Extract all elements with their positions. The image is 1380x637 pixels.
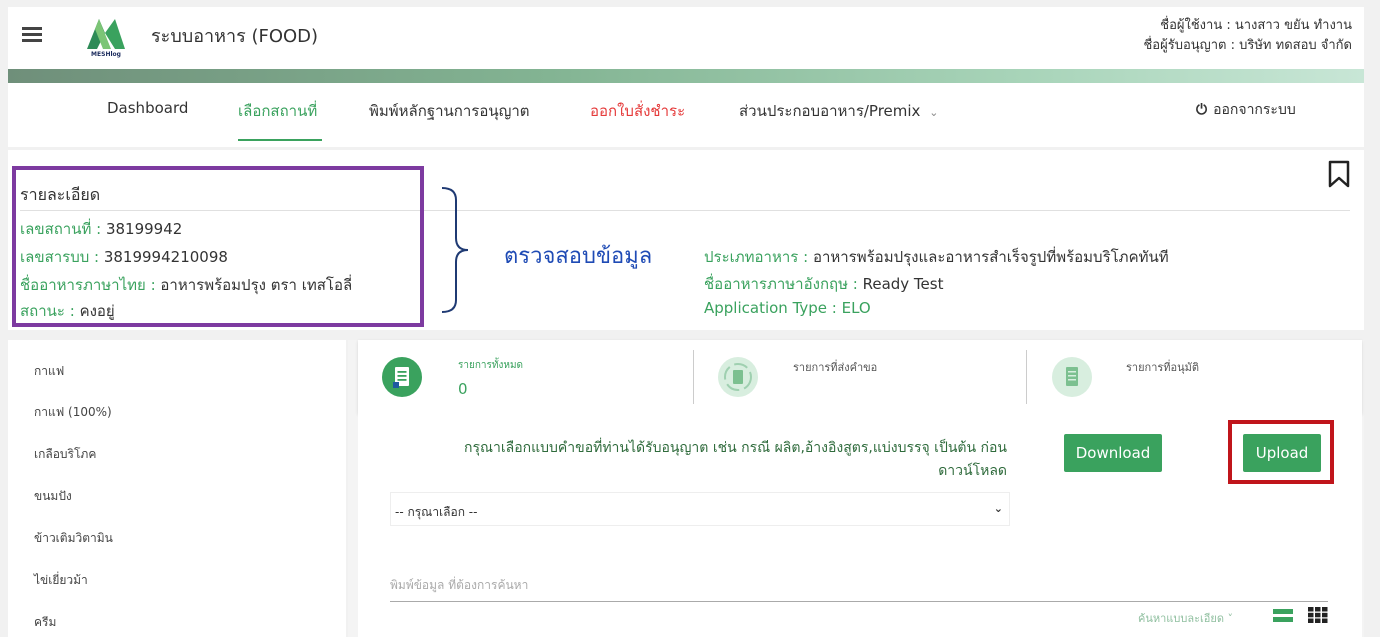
approved-items-label: รายการที่อนุมัติ xyxy=(1126,361,1200,374)
hamburger-menu-icon[interactable] xyxy=(22,27,42,42)
english-name-value: Ready Test xyxy=(862,275,944,293)
sidebar-item[interactable]: ไข่เยี่ยวม้า xyxy=(34,571,88,590)
list-view-icon[interactable] xyxy=(1273,609,1293,623)
meshlog-logo: MESHlog xyxy=(81,15,131,59)
form-type-select[interactable]: -- กรุณาเลือก -- ⌄ xyxy=(390,492,1010,526)
food-type-label: ประเภทอาหาร : xyxy=(704,248,813,266)
sidebar-item[interactable]: กาแฟ xyxy=(34,362,64,381)
nav-premix-label: ส่วนประกอบอาหาร/Premix xyxy=(739,102,921,120)
bookmark-icon[interactable] xyxy=(1328,160,1350,188)
application-type-label: Application Type : xyxy=(704,299,842,317)
grid-view-icon[interactable] xyxy=(1308,607,1328,623)
curly-brace-annotation xyxy=(441,187,469,313)
food-type-value: อาหารพร้อมปรุงและอาหารสำเร็จรูปที่พร้อมบ… xyxy=(812,248,1169,266)
user-info: ชื่อผู้ใช้งาน : นางสาว ขยัน ทำงาน ชื่อผู… xyxy=(1143,16,1352,56)
header-gradient-bar xyxy=(8,69,1364,83)
power-icon: ⏻ xyxy=(1196,102,1208,118)
stat-divider xyxy=(693,350,694,404)
english-name-field: ชื่ออาหารภาษาอังกฤษ : Ready Test xyxy=(704,272,943,296)
main-nav: Dashboard เลือกสถานที่ พิมพ์หลักฐานการอน… xyxy=(8,83,1364,147)
sidebar-item[interactable]: ขนมปัง xyxy=(34,487,72,506)
nav-dashboard[interactable]: Dashboard xyxy=(107,99,188,117)
chevron-down-icon: ⌄ xyxy=(993,502,1003,515)
username-line: ชื่อผู้ใช้งาน : นางสาว ขยัน ทำงาน xyxy=(1160,18,1352,33)
chevron-down-icon: ⌄ xyxy=(929,106,939,119)
sidebar-item[interactable]: ข้าวเติมวิตามิน xyxy=(34,529,113,548)
search-input[interactable] xyxy=(390,568,1328,602)
total-items-label: รายการทั้งหมด xyxy=(458,360,524,371)
approved-document-icon xyxy=(1052,357,1092,397)
nav-premix[interactable]: ส่วนประกอบอาหาร/Premix ⌄ xyxy=(739,99,938,123)
form-type-select-value: -- กรุณาเลือก -- xyxy=(395,505,478,519)
document-icon xyxy=(382,357,422,397)
nav-select-place[interactable]: เลือกสถานที่ xyxy=(238,99,317,123)
submitted-items-label: รายการที่ส่งคำขอ xyxy=(793,361,878,374)
logout-label: ออกจากระบบ xyxy=(1213,102,1296,118)
form-instruction: กรุณาเลือกแบบคำขอที่ท่านได้รับอนุญาต เช่… xyxy=(464,440,1007,479)
highlight-box-upload xyxy=(1228,420,1334,484)
sidebar-item[interactable]: ครีม xyxy=(34,613,56,632)
nav-print-license[interactable]: พิมพ์หลักฐานการอนุญาต xyxy=(369,99,530,123)
licensee-line: ชื่อผู้รับอนุญาต : บริษัท ทดสอบ จำกัด xyxy=(1143,38,1352,53)
sidebar-item[interactable]: เกลือบริโภค xyxy=(34,445,96,464)
app-header: MESHlog ระบบอาหาร (FOOD) ชื่อผู้ใช้งาน :… xyxy=(8,7,1364,69)
nav-active-underline xyxy=(238,139,322,141)
logo-text: MESHlog xyxy=(91,51,121,58)
highlight-box-details xyxy=(12,166,424,327)
application-type-field: Application Type : ELO xyxy=(704,299,871,317)
stat-divider xyxy=(1026,350,1027,404)
advanced-search-toggle[interactable]: ค้นหาแบบละเอียด ˅ xyxy=(1138,609,1233,627)
app-title: ระบบอาหาร (FOOD) xyxy=(151,26,319,47)
download-button[interactable]: Download xyxy=(1064,434,1162,472)
verify-annotation: ตรวจสอบข้อมูล xyxy=(504,244,653,269)
stats-bar: รายการทั้งหมด 0 รายการที่ส่งคำขอ รายการท… xyxy=(358,340,1362,414)
nav-logout[interactable]: ⏻ ออกจากระบบ xyxy=(1196,99,1296,121)
sidebar-item[interactable]: กาแฟ (100%) xyxy=(34,403,112,422)
refresh-document-icon xyxy=(718,357,758,397)
food-type-field: ประเภทอาหาร : อาหารพร้อมปรุงและอาหารสำเร… xyxy=(704,245,1169,269)
english-name-label: ชื่ออาหารภาษาอังกฤษ : xyxy=(704,275,863,293)
total-items-count: 0 xyxy=(458,380,468,398)
application-type-value: ELO xyxy=(841,299,871,317)
nav-payment[interactable]: ออกใบสั่งชำระ xyxy=(590,99,685,123)
